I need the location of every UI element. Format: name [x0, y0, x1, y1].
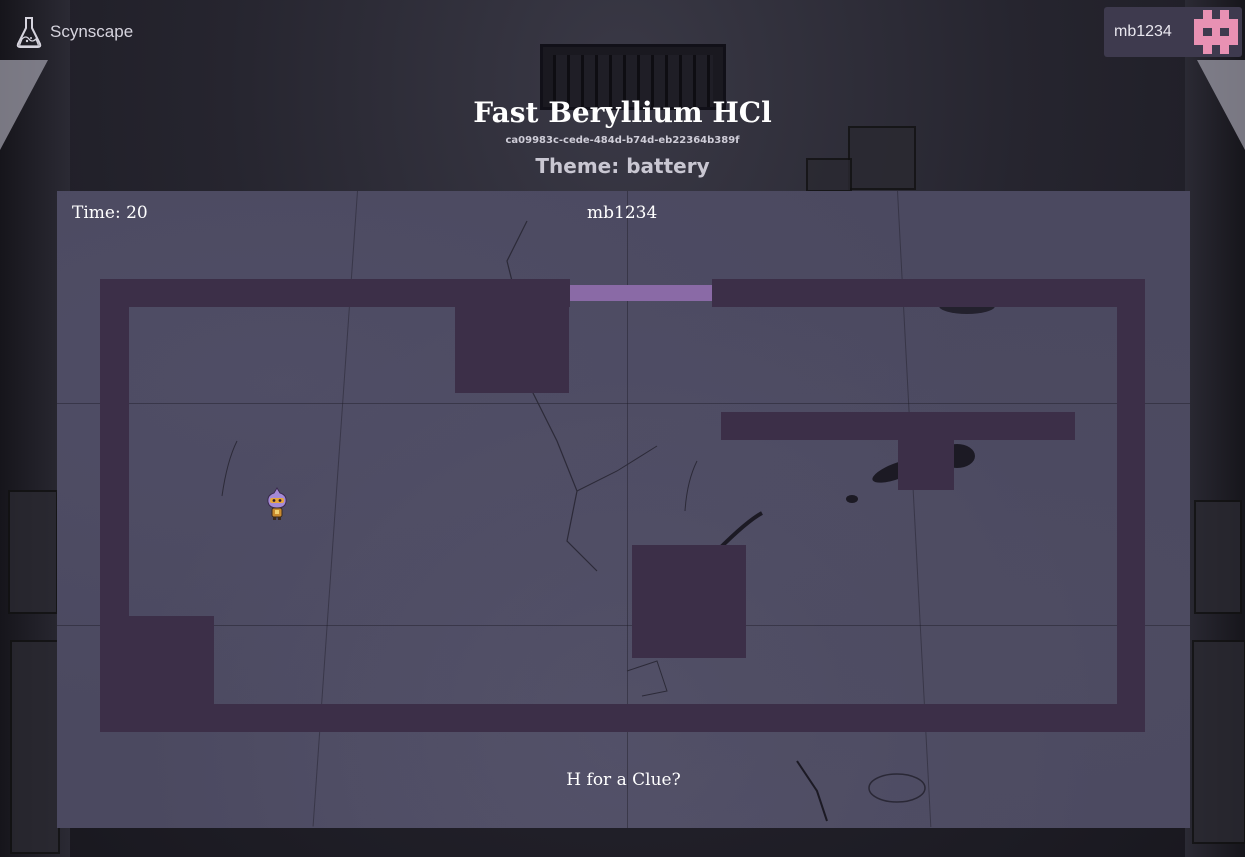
game-screen: Scynscape mb1234 Fast Beryllium HCl ca09… — [0, 0, 1245, 857]
exit-door[interactable] — [570, 285, 712, 301]
timer: Time: 20 — [72, 203, 148, 223]
background-crate — [10, 640, 60, 854]
maze-block — [455, 307, 569, 393]
player-name: mb1234 — [587, 203, 658, 223]
player-sprite — [267, 487, 287, 520]
game-id: ca09983c-cede-484d-b74d-eb22364b389f — [505, 135, 740, 146]
background-crate — [1194, 500, 1242, 614]
maze-wall — [1117, 279, 1145, 732]
maze-block — [898, 440, 954, 490]
game-theme: Theme: battery — [535, 154, 710, 178]
username-label: mb1234 — [1114, 23, 1172, 40]
game-title: Fast Beryllium HCl — [473, 96, 772, 129]
brand-logo[interactable]: Scynscape — [14, 14, 133, 50]
maze-wall — [100, 704, 1145, 732]
maze-wall — [712, 279, 1145, 307]
maze-wall — [721, 412, 1075, 440]
background-crate — [1192, 640, 1245, 844]
brand-name: Scynscape — [50, 22, 134, 41]
maze-block — [100, 616, 214, 704]
maze-block — [632, 545, 746, 658]
game-arena[interactable]: Time: 20 mb1234 H for a Clue? — [57, 191, 1190, 828]
user-menu-button[interactable]: mb1234 — [1104, 7, 1242, 57]
flask-icon — [16, 17, 42, 48]
avatar — [1194, 10, 1238, 54]
clue-hint: H for a Clue? — [566, 770, 681, 790]
maze-wall — [100, 279, 570, 307]
background-crate — [8, 490, 58, 614]
